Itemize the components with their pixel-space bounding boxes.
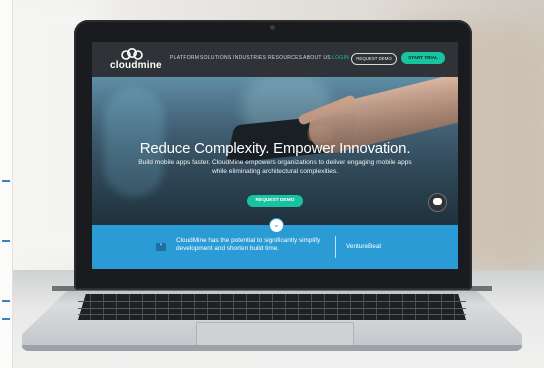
- left-edge-strip: [0, 0, 13, 368]
- request-demo-hero-button[interactable]: REQUEST DEMO: [247, 195, 303, 207]
- scroll-down-button[interactable]: ⌄: [269, 218, 284, 233]
- nav-resources[interactable]: RESOURCES: [268, 55, 302, 61]
- testimonial-divider: [335, 236, 336, 258]
- start-trial-button[interactable]: START TRIAL: [401, 52, 445, 64]
- edge-mark: [2, 318, 10, 320]
- keyboard-row-line: [78, 301, 466, 302]
- site-navbar: cloudmine PLATFORM SOLUTIONS INDUSTRIES …: [92, 42, 458, 77]
- chat-button[interactable]: [428, 193, 447, 212]
- hero-subheadline: Build mobile apps faster. CloudMine empo…: [138, 159, 412, 175]
- nav-about-us[interactable]: ABOUT US: [303, 55, 331, 61]
- edge-mark: [2, 300, 10, 302]
- hero-section: Reduce Complexity. Empower Innovation. B…: [92, 77, 458, 225]
- laptop-screen: cloudmine PLATFORM SOLUTIONS INDUSTRIES …: [92, 42, 458, 269]
- edge-mark: [2, 180, 10, 182]
- nav-solutions[interactable]: SOLUTIONS: [200, 55, 232, 61]
- site-logo-text[interactable]: cloudmine: [110, 60, 162, 71]
- laptop-lid: cloudmine PLATFORM SOLUTIONS INDUSTRIES …: [74, 20, 472, 290]
- trackpad: [196, 322, 354, 346]
- hero-headline: Reduce Complexity. Empower Innovation.: [139, 140, 411, 157]
- chevron-down-icon: ⌄: [273, 220, 280, 229]
- photo-background: cloudmine PLATFORM SOLUTIONS INDUSTRIES …: [0, 0, 544, 368]
- nav-industries[interactable]: INDUSTRIES: [233, 55, 266, 61]
- chat-icon: [433, 198, 442, 205]
- laptop-keyboard: [78, 294, 466, 320]
- edge-mark: [2, 240, 10, 242]
- laptop-front-edge: [22, 345, 522, 351]
- testimonial-band: ⌄ “ CloudMine has the potential to signi…: [92, 218, 458, 269]
- keyboard-row-line: [78, 314, 466, 315]
- nav-login[interactable]: LOGIN: [332, 55, 349, 61]
- keyboard-row-line: [78, 308, 466, 309]
- testimonial-source: VentureBeat: [346, 243, 382, 250]
- testimonial-quote: CloudMine has the potential to significa…: [176, 237, 321, 252]
- quote-icon: “: [156, 243, 166, 251]
- cloud-logo-icon: [121, 48, 143, 60]
- nav-platform[interactable]: PLATFORM: [170, 55, 199, 61]
- webcam-icon: [270, 25, 275, 30]
- request-demo-nav-button[interactable]: REQUEST DEMO: [351, 53, 397, 65]
